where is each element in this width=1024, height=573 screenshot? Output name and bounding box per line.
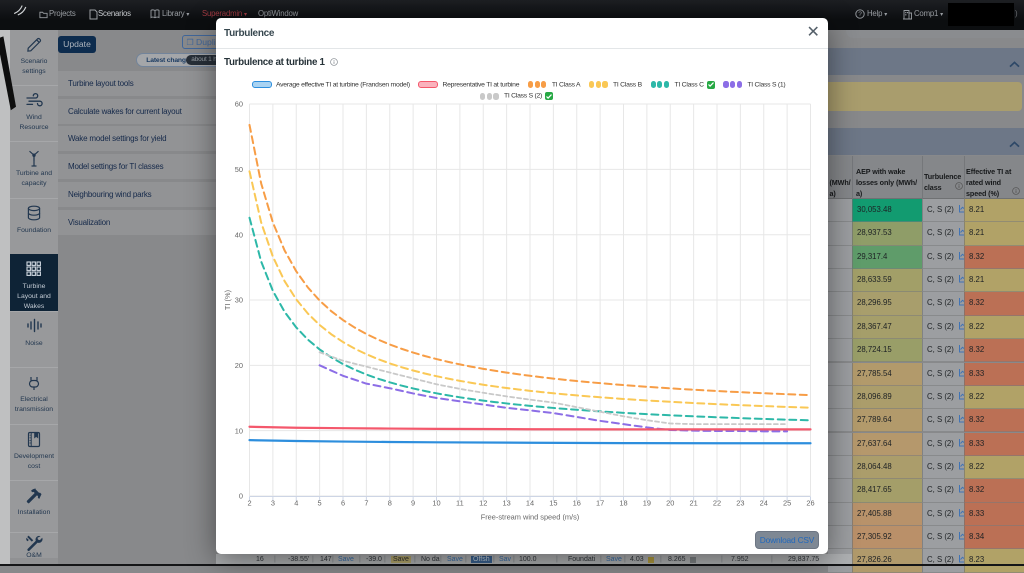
svg-text:12: 12 <box>479 499 487 508</box>
svg-text:18: 18 <box>619 499 627 508</box>
svg-text:Free-stream wind speed (m/s): Free-stream wind speed (m/s) <box>481 513 580 522</box>
svg-text:13: 13 <box>503 499 511 508</box>
svg-text:26: 26 <box>806 499 814 508</box>
svg-text:11: 11 <box>456 499 464 508</box>
svg-text:20: 20 <box>235 361 243 370</box>
svg-text:22: 22 <box>713 499 721 508</box>
svg-text:4: 4 <box>294 499 298 508</box>
svg-text:8: 8 <box>388 499 392 508</box>
svg-text:17: 17 <box>596 499 604 508</box>
svg-text:0: 0 <box>239 492 243 501</box>
svg-text:20: 20 <box>666 499 674 508</box>
svg-text:15: 15 <box>549 499 557 508</box>
svg-text:10: 10 <box>235 426 243 435</box>
svg-text:30: 30 <box>235 296 243 305</box>
svg-text:5: 5 <box>318 499 322 508</box>
svg-text:TI (%): TI (%) <box>223 290 232 310</box>
svg-text:50: 50 <box>235 165 243 174</box>
svg-text:21: 21 <box>690 499 698 508</box>
svg-text:9: 9 <box>411 499 415 508</box>
svg-text:3: 3 <box>271 499 275 508</box>
svg-text:7: 7 <box>364 499 368 508</box>
svg-text:10: 10 <box>432 499 440 508</box>
svg-text:14: 14 <box>526 499 534 508</box>
svg-text:?: ? <box>858 11 862 18</box>
svg-text:24: 24 <box>760 499 768 508</box>
svg-text:23: 23 <box>736 499 744 508</box>
svg-text:19: 19 <box>643 499 651 508</box>
svg-text:25: 25 <box>783 499 791 508</box>
svg-text:60: 60 <box>235 100 243 109</box>
svg-text:6: 6 <box>341 499 345 508</box>
svg-text:16: 16 <box>573 499 581 508</box>
svg-text:40: 40 <box>235 230 243 239</box>
svg-text:2: 2 <box>247 499 251 508</box>
